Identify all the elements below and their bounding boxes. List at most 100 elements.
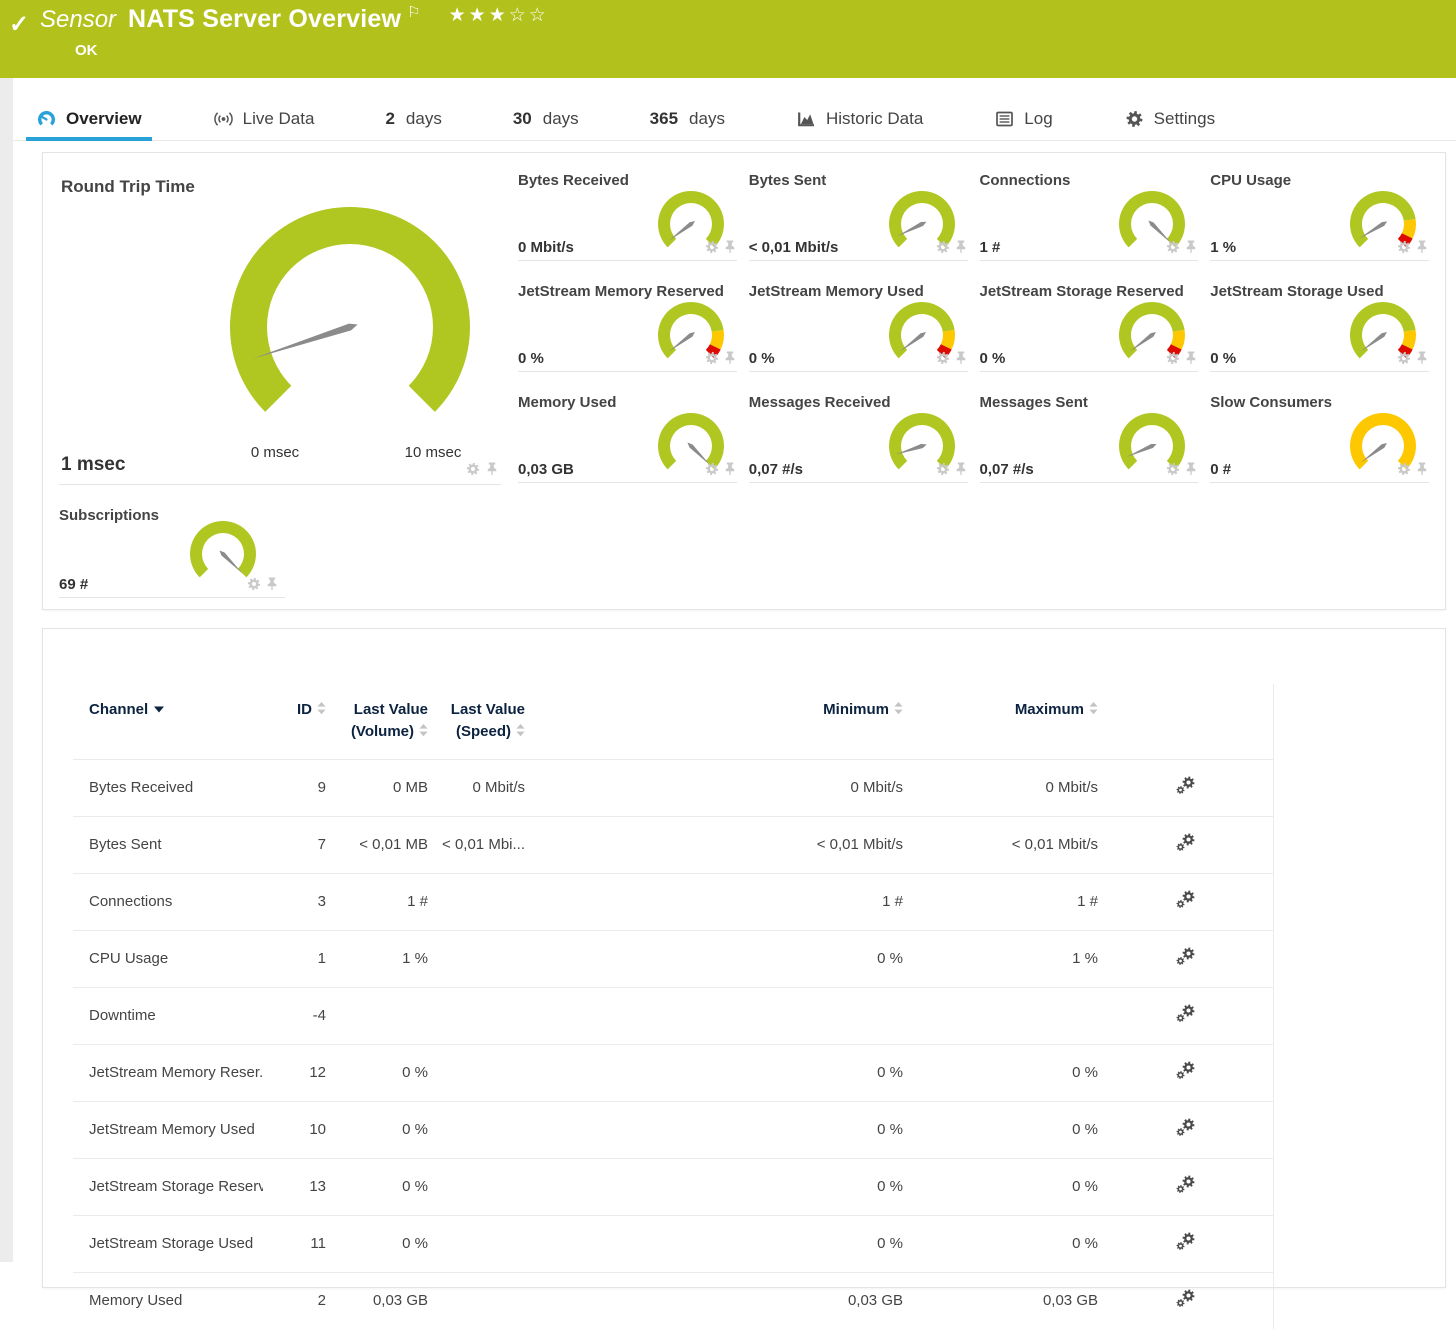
gear-icon[interactable] [1166, 351, 1180, 370]
table-row[interactable]: JetStream Memory Reser...120 %0 %0 % [73, 1045, 1273, 1102]
gauge-value: 0,07 #/s [980, 461, 1034, 478]
last-value-volume: 0 MB [326, 760, 428, 817]
table-row[interactable]: JetStream Storage Used110 %0 %0 % [73, 1216, 1273, 1273]
pin-icon[interactable] [723, 351, 737, 370]
priority-stars[interactable]: ★★★☆☆ [449, 4, 549, 27]
tab-overview[interactable]: Overview [36, 98, 142, 140]
last-value-speed [428, 1273, 525, 1329]
channel-settings-gear-icon[interactable] [1176, 896, 1196, 913]
channel-id: 9 [263, 760, 326, 817]
table-row[interactable]: CPU Usage11 %0 %1 % [73, 931, 1273, 988]
minimum-value: 1 # [525, 874, 903, 931]
gauge-tile-subscriptions[interactable]: Subscriptions 69 # [59, 502, 285, 598]
channel-id: 1 [263, 931, 326, 988]
column-header-id[interactable]: ID [263, 684, 326, 760]
flag-icon[interactable]: ⚐ [407, 3, 420, 21]
channel-settings-gear-icon[interactable] [1176, 1295, 1196, 1312]
last-value-volume: < 0,01 MB [326, 817, 428, 874]
tab-live-data[interactable]: Live Data [213, 98, 315, 140]
table-row[interactable]: JetStream Storage Reserv...130 %0 %0 % [73, 1159, 1273, 1216]
tab-365-days[interactable]: 365days [650, 98, 725, 140]
pin-icon[interactable] [1415, 351, 1429, 370]
gear-icon[interactable] [1166, 240, 1180, 259]
table-row[interactable]: Memory Used20,03 GB0,03 GB0,03 GB [73, 1273, 1273, 1329]
pin-icon[interactable] [1415, 240, 1429, 259]
table-row[interactable]: Bytes Sent7< 0,01 MB< 0,01 Mbi...< 0,01 … [73, 817, 1273, 874]
gear-icon[interactable] [1166, 462, 1180, 481]
gauge-tile-memory-used[interactable]: Memory Used0,03 GB [518, 389, 737, 483]
gear-icon[interactable] [1397, 351, 1411, 370]
pin-icon[interactable] [265, 577, 279, 596]
channel-settings-gear-icon[interactable] [1176, 1181, 1196, 1198]
channel-settings-gear-icon[interactable] [1176, 782, 1196, 799]
tab-30-days[interactable]: 30days [513, 98, 579, 140]
gear-icon[interactable] [705, 240, 719, 259]
column-header-last-value-volume[interactable]: Last Value (Volume) [326, 684, 428, 760]
gauge-tile-jetstream-storage-reserved[interactable]: JetStream Storage Reserved0 % [980, 278, 1199, 372]
last-value-speed: 0 Mbit/s [428, 760, 525, 817]
gauge-tile-cpu-usage[interactable]: CPU Usage1 % [1210, 167, 1429, 261]
pin-icon[interactable] [723, 462, 737, 481]
channel-name: Bytes Received [73, 760, 263, 817]
sort-icon [894, 700, 903, 722]
status-check-icon: ✓ [9, 10, 29, 39]
gauge-tile-title: JetStream Memory Used [749, 283, 924, 300]
gauge-tile-slow-consumers[interactable]: Slow Consumers0 # [1210, 389, 1429, 483]
gauge-tile-messages-sent[interactable]: Messages Sent0,07 #/s [980, 389, 1199, 483]
channel-settings-gear-icon[interactable] [1176, 1238, 1196, 1255]
table-row[interactable]: Downtime-4 [73, 988, 1273, 1045]
gear-icon[interactable] [247, 577, 261, 596]
channel-name: JetStream Storage Reserv... [73, 1159, 263, 1216]
tab-log[interactable]: Log [994, 98, 1052, 140]
gauge-tile-bytes-received[interactable]: Bytes Received0 Mbit/s [518, 167, 737, 261]
pin-icon[interactable] [1184, 351, 1198, 370]
column-header-channel[interactable]: Channel [73, 684, 263, 760]
gear-icon[interactable] [936, 240, 950, 259]
round-trip-time-tile[interactable]: Round Trip Time 0 msec 10 msec 1 msec [59, 163, 501, 485]
gauge-tile-connections[interactable]: Connections1 # [980, 167, 1199, 261]
object-kind-label: Sensor [40, 6, 116, 34]
gear-icon[interactable] [705, 462, 719, 481]
table-row[interactable]: Connections31 #1 #1 # [73, 874, 1273, 931]
gear-icon[interactable] [1397, 462, 1411, 481]
column-header-minimum[interactable]: Minimum [525, 684, 903, 760]
pin-icon[interactable] [723, 240, 737, 259]
pin-icon[interactable] [1184, 240, 1198, 259]
channel-settings-gear-icon[interactable] [1176, 1010, 1196, 1027]
maximum-value: < 0,01 Mbit/s [903, 817, 1098, 874]
gauge-tile-bytes-sent[interactable]: Bytes Sent< 0,01 Mbit/s [749, 167, 968, 261]
gauge-value: 69 # [59, 576, 88, 593]
gear-icon[interactable] [936, 462, 950, 481]
gauge-title: Round Trip Time [61, 177, 195, 197]
column-header-maximum[interactable]: Maximum [903, 684, 1098, 760]
gauge-tile-jetstream-memory-reserved[interactable]: JetStream Memory Reserved0 % [518, 278, 737, 372]
gear-icon[interactable] [705, 351, 719, 370]
channel-settings-gear-icon[interactable] [1176, 953, 1196, 970]
pin-icon[interactable] [485, 462, 499, 481]
gauge-tile-messages-received[interactable]: Messages Received0,07 #/s [749, 389, 968, 483]
maximum-value: 0 % [903, 1102, 1098, 1159]
table-row[interactable]: Bytes Received90 MB0 Mbit/s0 Mbit/s0 Mbi… [73, 760, 1273, 817]
gear-icon[interactable] [936, 351, 950, 370]
gauge-tile-title: CPU Usage [1210, 172, 1291, 189]
column-header-last-value-speed[interactable]: Last Value (Speed) [428, 684, 525, 760]
gauge-tile-jetstream-storage-used[interactable]: JetStream Storage Used0 % [1210, 278, 1429, 372]
pin-icon[interactable] [954, 240, 968, 259]
gauge-tile-jetstream-memory-used[interactable]: JetStream Memory Used0 % [749, 278, 968, 372]
tab-2-days[interactable]: 2days [385, 98, 441, 140]
tab-label: days [406, 109, 442, 129]
channel-settings-gear-icon[interactable] [1176, 839, 1196, 856]
table-header-row: Channel ID Last Value (Volume) Last Valu… [73, 684, 1273, 760]
pin-icon[interactable] [1184, 462, 1198, 481]
pin-icon[interactable] [1415, 462, 1429, 481]
channel-settings-gear-icon[interactable] [1176, 1067, 1196, 1084]
tab-settings[interactable]: Settings [1124, 98, 1215, 140]
tab-number: 30 [513, 109, 532, 129]
channel-settings-gear-icon[interactable] [1176, 1124, 1196, 1141]
tab-historic-data[interactable]: Historic Data [796, 98, 923, 140]
pin-icon[interactable] [954, 462, 968, 481]
pin-icon[interactable] [954, 351, 968, 370]
table-row[interactable]: JetStream Memory Used100 %0 %0 % [73, 1102, 1273, 1159]
gear-icon[interactable] [1397, 240, 1411, 259]
gear-icon[interactable] [466, 462, 480, 481]
